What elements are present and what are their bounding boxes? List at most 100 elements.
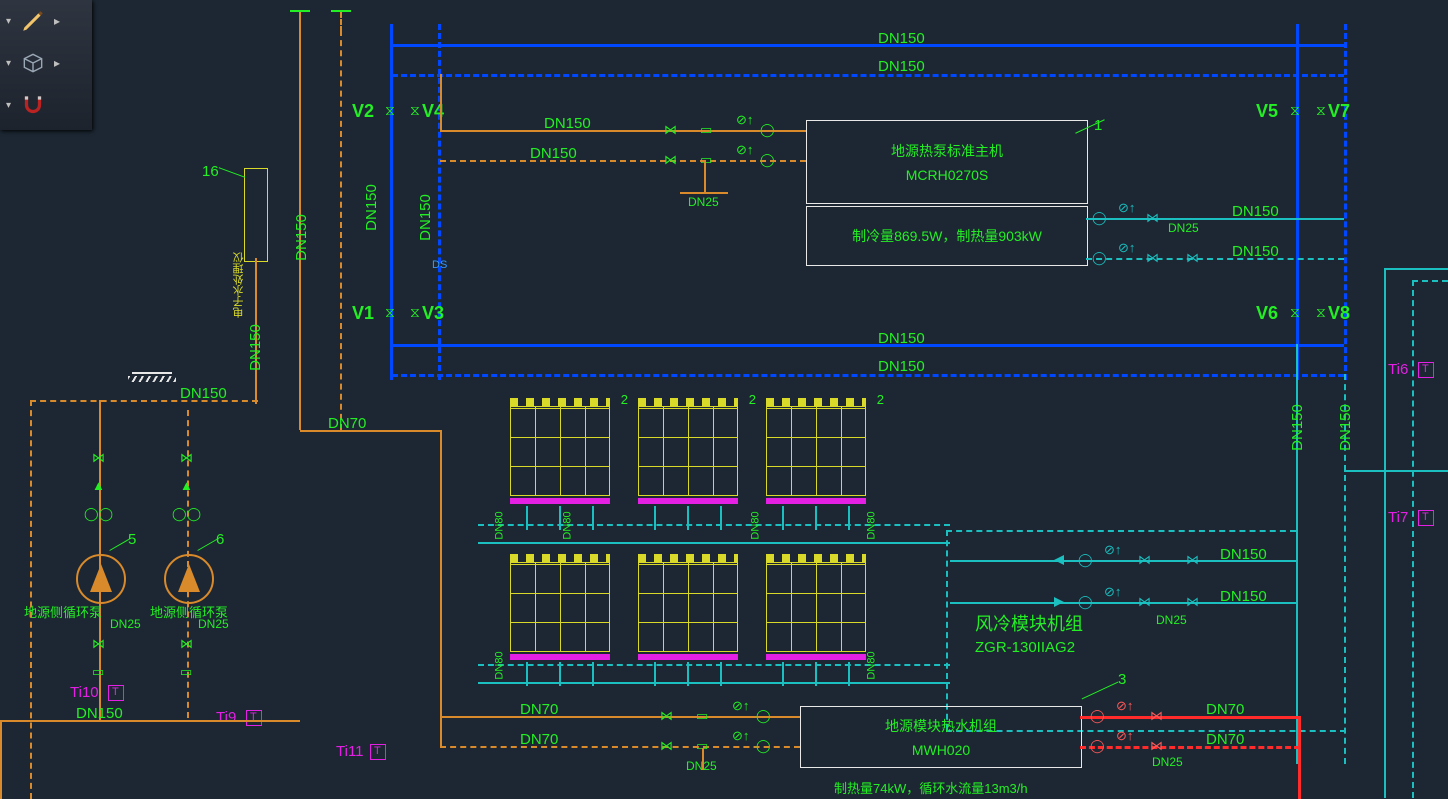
pipe-label: DN80 — [495, 651, 506, 679]
pipe-label: DN150 — [1232, 204, 1279, 219]
valve-tick-icon: ⧖ — [410, 102, 420, 119]
pipe-label: DN70 — [1206, 732, 1244, 747]
pipe-label: DN150 — [878, 59, 925, 74]
pipe-label: DN150 — [180, 386, 227, 401]
equip-hotwater: 地源模块热水机组 MWH020 — [800, 706, 1082, 768]
sensor-box-icon — [1418, 362, 1434, 378]
pipe-hot — [1298, 716, 1301, 799]
gauge-icon: ⊘↑ — [1118, 240, 1135, 256]
pipe-label: DN80 — [867, 651, 878, 679]
flex-joint-icon: ◯ — [1090, 708, 1105, 724]
pipe — [1384, 268, 1386, 798]
gauge-icon: ⊘↑ — [732, 728, 749, 744]
inline-valve-icon: ⋈ — [92, 636, 105, 652]
inline-strainer-icon: ▭ — [700, 122, 712, 138]
sensor-box-icon — [370, 744, 386, 760]
pipe — [0, 720, 300, 722]
sensor-label-ti9: Ti9 — [216, 710, 236, 725]
ground-hatch-icon — [128, 376, 176, 382]
meter-box — [244, 168, 268, 262]
equip-rating: 制冷量869.5W，制热量903kW — [807, 226, 1087, 246]
inline-valve-icon: ⋈ — [92, 450, 105, 466]
magnet-icon[interactable] — [20, 92, 46, 118]
pump-icon — [76, 554, 126, 604]
gauge-icon: ⊘↑ — [1104, 584, 1121, 600]
riser-right-supply — [1296, 24, 1299, 380]
pipe-label: DN150 — [530, 146, 577, 161]
pipe — [440, 74, 442, 132]
equip-rating: 制热量74kW，循环水流量13m3/h — [834, 782, 1028, 795]
pencil-icon[interactable] — [20, 8, 46, 34]
pipe-label: DN25 — [198, 618, 229, 630]
dropdown-arrow-icon[interactable]: ▾ — [6, 100, 20, 111]
manifold-supply — [478, 542, 950, 544]
pipe-label: DN80 — [495, 511, 506, 539]
air-module — [766, 554, 866, 666]
flex-joint-icon: ◯ — [1078, 552, 1093, 568]
air-module — [510, 554, 610, 666]
air-module: 2 — [510, 398, 610, 510]
valve-tick-icon: ⧖ — [1316, 304, 1326, 321]
inline-valve-icon: ⋈ — [180, 636, 193, 652]
pipe-supply-top — [392, 44, 1344, 47]
pipe-label: DN150 — [364, 184, 379, 231]
equip-title: 地源热泵标准主机 — [807, 141, 1087, 161]
flow-arrow-icon — [1054, 555, 1064, 565]
air-module: 2 — [766, 398, 866, 510]
pipe — [1412, 280, 1448, 282]
box3d-icon[interactable] — [20, 50, 46, 76]
gauge-icon: ⊘↑ — [732, 698, 749, 714]
pipe — [946, 530, 1296, 532]
pipe-hot-return — [1080, 746, 1300, 749]
valve-label-v6: V6 — [1256, 304, 1278, 322]
flex-joint-icon: ◯ — [1092, 250, 1107, 266]
sensor-box-icon — [1418, 510, 1434, 526]
pipe-label: DN150 — [878, 331, 925, 346]
pump-icon — [164, 554, 214, 604]
tool-box-row[interactable]: ▾ ▸ — [0, 42, 92, 84]
pipe — [704, 162, 706, 192]
flex-joint-icon: ◯ — [1092, 210, 1107, 226]
riser-right-return — [1344, 24, 1347, 380]
dim-ds: DS — [432, 260, 447, 271]
sensor-label-ti11: Ti11 — [336, 744, 364, 759]
pipe-label: DN70 — [520, 702, 558, 717]
callout-leader — [219, 167, 246, 178]
pipe-label: DN150 — [1338, 404, 1353, 451]
flex-joint-icon: ◯ — [1078, 594, 1093, 610]
flex-joint-icon: ◯ — [760, 152, 775, 168]
tool-pencil-row[interactable]: ▾ ▸ — [0, 0, 92, 42]
ground-line — [132, 372, 172, 374]
callout-2: 2 — [621, 392, 628, 407]
dropdown-arrow-icon[interactable]: ▾ — [6, 58, 20, 69]
pipe — [30, 400, 32, 799]
callout-16: 16 — [202, 164, 219, 179]
pipe — [1344, 470, 1448, 472]
valve-label-v5: V5 — [1256, 102, 1278, 120]
pipe-return-top — [392, 74, 1344, 77]
stub — [299, 12, 301, 32]
pipe-label: DN150 — [248, 324, 263, 371]
equip-air-title: 风冷模块机组 — [975, 615, 1083, 633]
valve-label-v1: V1 — [352, 304, 374, 322]
inline-valve-icon: ⋈ — [1150, 708, 1163, 724]
inline-valve-icon: ⋈ — [1138, 552, 1151, 568]
callout-leader — [1082, 682, 1119, 700]
inline-valve-icon: ⋈ — [1186, 250, 1199, 266]
dropdown-arrow-icon[interactable]: ▾ — [6, 16, 20, 27]
pipe-label: DN25 — [1168, 222, 1199, 234]
tool-magnet-row[interactable]: ▾ — [0, 84, 92, 126]
flyout-arrow-icon[interactable]: ▸ — [54, 14, 60, 28]
pipe-supply-bot — [392, 344, 1344, 347]
cad-canvas[interactable]: { "valves": { "v1":"V1","v2":"V2","v3":"… — [0, 0, 1448, 799]
pipe-label: DN150 — [76, 706, 123, 721]
equip-heatpump-rating: 制冷量869.5W，制热量903kW — [806, 206, 1088, 266]
gs-return-vert — [340, 30, 342, 430]
inline-valve-icon: ⋈ — [660, 708, 673, 724]
flyout-arrow-icon[interactable]: ▸ — [54, 56, 60, 70]
sensor-label-ti10: Ti10 — [70, 685, 99, 700]
valve-label-v2: V2 — [352, 102, 374, 120]
strainer-icon: ▭ — [92, 664, 104, 680]
valve-tick-icon: ⧖ — [385, 304, 395, 321]
inline-valve-icon: ⋈ — [1186, 552, 1199, 568]
